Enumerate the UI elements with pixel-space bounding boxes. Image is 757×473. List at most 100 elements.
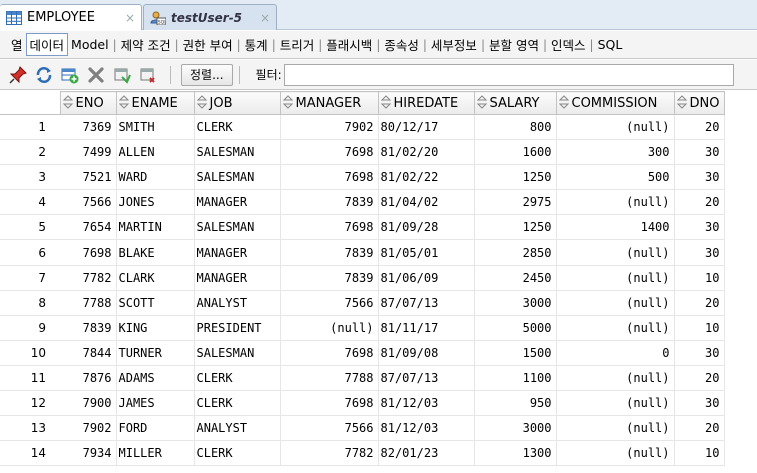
cell-eno[interactable]: 7902 — [60, 415, 117, 442]
cell-commission[interactable]: (null) — [556, 365, 675, 392]
cell-commission[interactable]: 1400 — [556, 214, 675, 241]
sort-toggle-icon[interactable] — [558, 95, 569, 109]
table-row[interactable]: 6 7698 BLAKE MANAGER 7839 81/05/01 2850 (null) 3… — [0, 239, 725, 266]
cell-dno[interactable]: 30 — [674, 239, 725, 266]
cell-ename[interactable]: SMITH — [116, 114, 195, 141]
table-row[interactable]: 13 7902 FORD ANALYST 7566 81/12/03 3000 (null) 2… — [0, 415, 725, 442]
cell-salary[interactable]: 1500 — [474, 340, 557, 366]
cell-ename[interactable]: FORD — [116, 415, 195, 442]
table-row[interactable]: 3 7521 WARD SALESMAN 7698 81/02/22 1250 500 30 — [0, 164, 725, 191]
cell-hiredate[interactable]: 81/09/08 — [378, 340, 475, 366]
cell-eno[interactable]: 7782 — [60, 265, 117, 291]
cell-job[interactable]: SALESMAN — [194, 340, 281, 366]
table-row[interactable]: 10 7844 TURNER SALESMAN 7698 81/09/08 1500 0 30 — [0, 340, 725, 366]
subtab-item[interactable]: 권한 부여 — [180, 35, 236, 54]
cell-hiredate[interactable]: 81/02/22 — [378, 164, 475, 191]
subtab-item[interactable]: 통계 — [242, 35, 271, 54]
cell-commission[interactable]: (null) — [556, 415, 675, 442]
cell-manager[interactable]: 7839 — [280, 239, 379, 266]
refresh-icon[interactable] — [34, 65, 54, 85]
cell-ename[interactable]: KING — [116, 315, 195, 341]
cell-manager[interactable]: (null) — [280, 315, 379, 341]
cell-salary[interactable]: 1100 — [474, 365, 557, 392]
commit-icon[interactable] — [112, 65, 132, 85]
subtab-item[interactable]: 종속성 — [381, 35, 422, 54]
table-row[interactable]: 7 7782 CLARK MANAGER 7839 81/06/09 2450 (null) 1… — [0, 265, 725, 291]
cell-commission[interactable]: 500 — [556, 164, 675, 191]
cell-manager[interactable]: 7782 — [280, 440, 379, 467]
cell-salary[interactable]: 1250 — [474, 214, 557, 241]
cell-manager[interactable]: 7788 — [280, 365, 379, 392]
cell-commission[interactable]: (null) — [556, 114, 675, 141]
column-header-manager[interactable]: MANAGER — [279, 91, 379, 115]
subtab-item[interactable]: 플래시백 — [323, 35, 375, 54]
cell-job[interactable]: SALESMAN — [194, 214, 281, 241]
cell-ename[interactable]: JAMES — [116, 390, 195, 417]
column-header-hiredate[interactable]: HIREDATE — [377, 91, 475, 115]
delete-row-icon[interactable] — [86, 65, 106, 85]
cell-dno[interactable]: 30 — [674, 390, 725, 417]
cell-ename[interactable]: ADAMS — [116, 365, 195, 392]
cell-eno[interactable]: 7654 — [60, 214, 117, 241]
cell-manager[interactable]: 7566 — [280, 415, 379, 442]
cell-job[interactable]: PRESIDENT — [194, 315, 281, 341]
cell-job[interactable]: MANAGER — [194, 265, 281, 291]
cell-dno[interactable]: 10 — [674, 265, 725, 291]
subtab-item[interactable]: 데이터 — [25, 33, 69, 56]
cell-salary[interactable]: 2975 — [474, 189, 557, 216]
sort-toggle-icon[interactable] — [118, 95, 129, 109]
column-header-job[interactable]: JOB — [193, 91, 281, 115]
cell-hiredate[interactable]: 87/07/13 — [378, 365, 475, 392]
rollback-icon[interactable] — [138, 65, 158, 85]
sort-toggle-icon[interactable] — [62, 95, 73, 109]
cell-dno[interactable]: 20 — [674, 290, 725, 316]
cell-dno[interactable]: 30 — [674, 164, 725, 191]
cell-job[interactable]: ANALYST — [194, 290, 281, 316]
cell-salary[interactable]: 1300 — [474, 440, 557, 467]
column-header-dno[interactable]: DNO — [673, 91, 725, 115]
cell-salary[interactable]: 2450 — [474, 265, 557, 291]
sort-toggle-icon[interactable] — [380, 95, 391, 109]
table-row[interactable]: 8 7788 SCOTT ANALYST 7566 87/07/13 3000 (null) 2… — [0, 290, 725, 316]
cell-manager[interactable]: 7839 — [280, 265, 379, 291]
cell-eno[interactable]: 7844 — [60, 340, 117, 366]
cell-dno[interactable]: 10 — [674, 440, 725, 467]
filter-input[interactable] — [283, 63, 734, 86]
tab-employee[interactable]: EMPLOYEE × — [0, 4, 142, 30]
cell-manager[interactable]: 7698 — [280, 340, 379, 366]
cell-commission[interactable]: (null) — [556, 189, 675, 216]
cell-eno[interactable]: 7566 — [60, 189, 117, 216]
cell-dno[interactable]: 20 — [674, 114, 725, 141]
cell-hiredate[interactable]: 81/04/02 — [378, 189, 475, 216]
cell-job[interactable]: CLERK — [194, 440, 281, 467]
cell-manager[interactable]: 7698 — [280, 139, 379, 166]
cell-dno[interactable]: 20 — [674, 189, 725, 216]
subtab-item[interactable]: Model — [68, 37, 112, 52]
cell-commission[interactable]: (null) — [556, 315, 675, 341]
cell-salary[interactable]: 2850 — [474, 239, 557, 266]
subtab-item[interactable]: SQL — [595, 37, 626, 52]
table-row[interactable]: 1 7369 SMITH CLERK 7902 80/12/17 800 (null) 20 — [0, 114, 725, 141]
cell-job[interactable]: ANALYST — [194, 415, 281, 442]
cell-manager[interactable]: 7698 — [280, 390, 379, 417]
cell-dno[interactable]: 30 — [674, 340, 725, 366]
sort-toggle-icon[interactable] — [476, 95, 487, 109]
cell-hiredate[interactable]: 82/01/23 — [378, 440, 475, 467]
cell-salary[interactable]: 3000 — [474, 415, 557, 442]
subtab-item[interactable]: 트리거 — [277, 35, 318, 54]
cell-job[interactable]: SALESMAN — [194, 139, 281, 166]
insert-row-icon[interactable] — [60, 65, 80, 85]
cell-ename[interactable]: WARD — [116, 164, 195, 191]
cell-eno[interactable]: 7876 — [60, 365, 117, 392]
cell-commission[interactable]: (null) — [556, 390, 675, 417]
cell-hiredate[interactable]: 81/12/03 — [378, 390, 475, 417]
cell-hiredate[interactable]: 81/02/20 — [378, 139, 475, 166]
subtab-item[interactable]: 분할 영역 — [486, 35, 542, 54]
cell-manager[interactable]: 7839 — [280, 189, 379, 216]
cell-commission[interactable]: (null) — [556, 265, 675, 291]
cell-job[interactable]: CLERK — [194, 114, 281, 141]
cell-ename[interactable]: MARTIN — [116, 214, 195, 241]
cell-commission[interactable]: (null) — [556, 239, 675, 266]
cell-ename[interactable]: BLAKE — [116, 239, 195, 266]
cell-ename[interactable]: ALLEN — [116, 139, 195, 166]
